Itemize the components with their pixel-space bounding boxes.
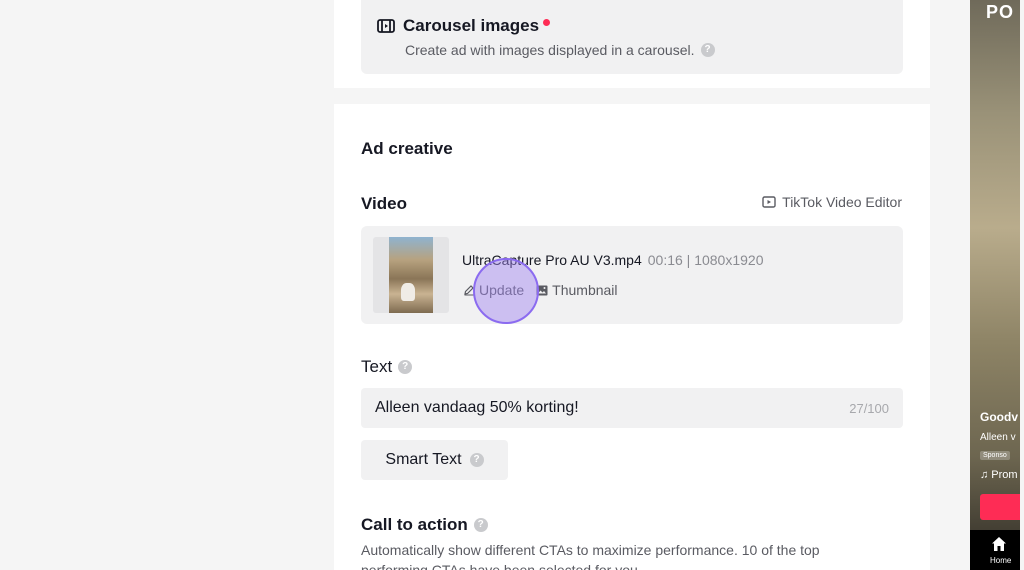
section-divider <box>334 88 930 104</box>
cta-label-row: Call to action ? <box>361 515 488 535</box>
smart-text-label: Smart Text <box>385 451 462 468</box>
cta-label: Call to action <box>361 515 468 534</box>
video-file-meta: 00:16 | 1080x1920 <box>647 252 764 268</box>
ad-preview-phone: PO Goodv Alleen v Sponso ♫ Prom Home <box>970 0 1020 570</box>
carousel-title: Carousel images <box>403 16 540 35</box>
carousel-option-card[interactable]: Carousel images Create ad with images di… <box>361 0 903 74</box>
text-label: Text <box>361 357 393 376</box>
preview-sponsored-badge: Sponso <box>980 451 1010 460</box>
video-file-name: UltraCapture Pro AU V3.mp4 <box>462 252 642 268</box>
thumbnail-label: Thumbnail <box>552 282 618 298</box>
video-label: Video <box>361 194 407 213</box>
update-label: Update <box>479 282 525 298</box>
preview-top-text: PO <box>986 2 1015 22</box>
carousel-icon <box>377 19 395 33</box>
preview-bottom-nav: Home <box>970 530 1020 570</box>
video-file-info: UltraCapture Pro AU V3.mp4 00:16 | 1080x1… <box>462 252 764 268</box>
preview-caption: Alleen v <box>980 432 1016 443</box>
thumbnail-button[interactable]: Thumbnail <box>536 282 618 298</box>
text-label-row: Text ? <box>361 357 413 377</box>
carousel-description-row: Create ad with images displayed in a car… <box>405 42 715 58</box>
image-icon <box>536 285 548 295</box>
preview-nav-home: Home <box>990 556 1012 565</box>
help-circle-icon[interactable]: ? <box>473 518 488 532</box>
thumbnail-figure <box>401 283 415 301</box>
home-icon <box>992 537 1006 551</box>
video-asset-card: UltraCapture Pro AU V3.mp4 00:16 | 1080x1… <box>361 226 903 324</box>
preview-account-name: Goodv <box>980 410 1018 424</box>
cta-description: Automatically show different CTAs to max… <box>361 542 820 570</box>
ad-text-value: Alleen vandaag 50% korting! <box>375 399 579 416</box>
character-counter: 27/100 <box>849 400 889 416</box>
required-dot <box>543 18 551 26</box>
help-circle-icon[interactable]: ? <box>469 453 484 467</box>
help-circle-icon[interactable]: ? <box>398 360 413 374</box>
preview-music: ♫ Prom <box>980 469 1018 481</box>
ad-form-panel: Carousel images Create ad with images di… <box>334 0 930 570</box>
preview-cta-button <box>980 494 1020 520</box>
carousel-title-row: Carousel images <box>377 16 551 36</box>
ad-text-input[interactable]: Alleen vandaag 50% korting! 27/100 <box>361 388 903 428</box>
thumbnail-image <box>389 237 433 313</box>
ad-creative-heading: Ad creative <box>361 139 453 158</box>
smart-text-button[interactable]: Smart Text ? <box>361 440 508 480</box>
video-thumbnail[interactable] <box>373 237 449 313</box>
update-button[interactable]: Update <box>463 282 524 298</box>
tiktok-video-editor-link[interactable]: TikTok Video Editor <box>762 194 902 210</box>
pencil-icon <box>464 285 474 296</box>
video-editor-icon <box>762 196 776 208</box>
help-circle-icon[interactable]: ? <box>700 43 715 57</box>
video-editor-label: TikTok Video Editor <box>782 194 902 210</box>
video-actions: Update Thumbnail <box>463 282 618 298</box>
carousel-description: Create ad with images displayed in a car… <box>405 42 695 58</box>
